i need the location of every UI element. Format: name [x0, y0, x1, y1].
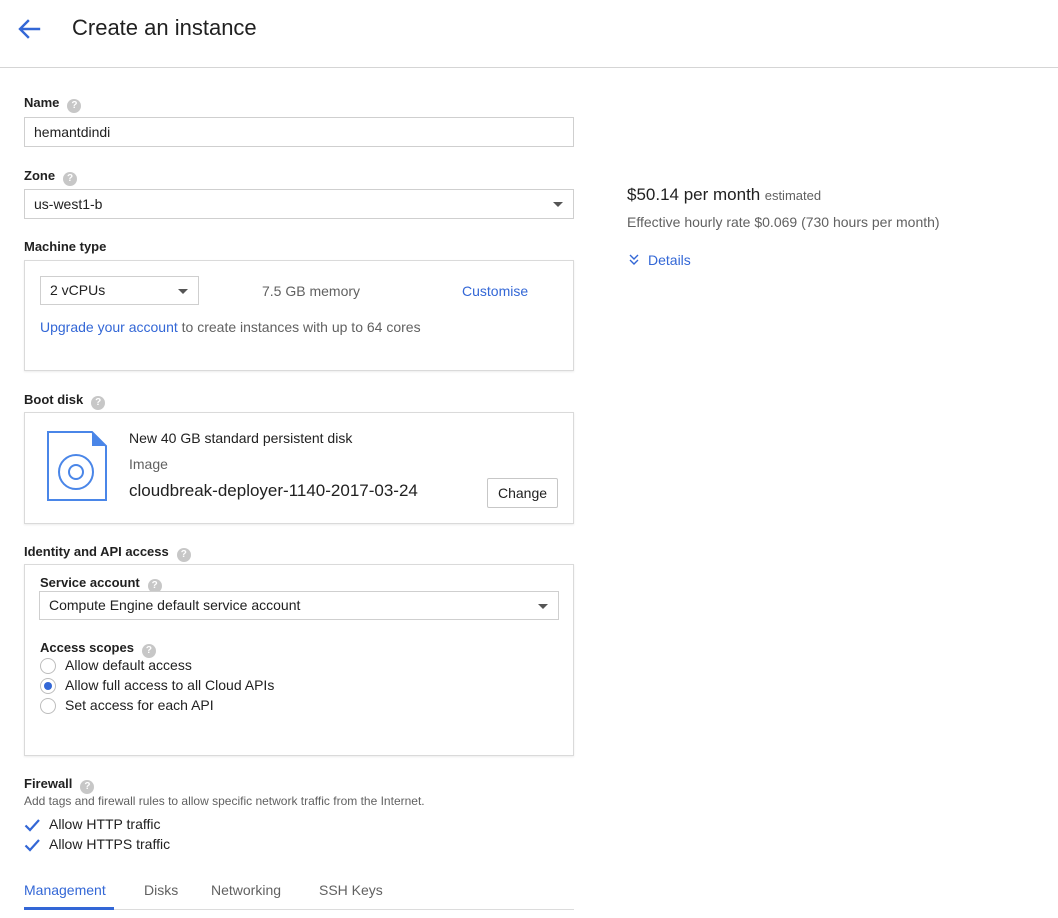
help-icon[interactable]: ?: [63, 172, 78, 186]
top-bar: Create an instance: [0, 0, 1058, 68]
radio-button[interactable]: [40, 658, 56, 674]
disk-image-icon: [47, 431, 107, 501]
back-button[interactable]: [14, 14, 44, 44]
image-name: cloudbreak-deployer-1140-2017-03-24: [129, 481, 418, 500]
identity-card: Service account? Compute Engine default …: [24, 564, 574, 756]
tab-disks[interactable]: Disks: [144, 882, 178, 898]
change-button[interactable]: Change: [487, 478, 558, 508]
radio-button[interactable]: [40, 698, 56, 714]
chevron-double-down-icon: [629, 254, 639, 265]
help-icon[interactable]: ?: [80, 780, 95, 794]
dropdown-caret-icon: [538, 603, 548, 609]
tab-management[interactable]: Management: [24, 882, 106, 898]
help-icon[interactable]: ?: [176, 548, 191, 562]
monthly-price: $50.14 per month: [627, 185, 761, 204]
image-label: Image: [129, 456, 168, 472]
disk-description: New 40 GB standard persistent disk: [129, 430, 353, 446]
boot-disk-card: New 40 GB standard persistent disk Image…: [24, 412, 574, 524]
hourly-rate: Effective hourly rate $0.069 (730 hours …: [627, 214, 940, 230]
boot-disk-label: Boot disk?: [24, 392, 106, 410]
estimated-text: estimated: [764, 188, 822, 203]
price-estimate: $50.14 per month estimated: [627, 185, 821, 205]
upgrade-account-link[interactable]: Upgrade your account: [40, 319, 178, 335]
machine-type-card: 2 vCPUs 7.5 GB memory Customise Upgrade …: [24, 260, 574, 371]
name-label: Name?: [24, 95, 82, 113]
section-tabs: Management Disks Networking SSH Keys: [24, 878, 574, 910]
page-title: Create an instance: [72, 15, 257, 40]
help-icon[interactable]: ?: [141, 644, 156, 658]
upgrade-line: Upgrade your account to create instances…: [40, 319, 421, 335]
identity-label: Identity and API access?: [24, 544, 191, 562]
zone-select[interactable]: us-west1-b: [24, 189, 574, 219]
zone-label: Zone?: [24, 168, 78, 186]
firewall-label: Firewall?: [24, 776, 95, 794]
customise-link[interactable]: Customise: [462, 283, 528, 299]
active-tab-indicator: [24, 907, 114, 910]
name-input[interactable]: hemantdindi: [24, 117, 574, 147]
help-icon[interactable]: ?: [91, 396, 106, 410]
access-scopes-label: Access scopes?: [40, 640, 156, 658]
arrow-back-icon: [18, 19, 41, 39]
memory-text: 7.5 GB memory: [262, 283, 361, 299]
radio-button-selected[interactable]: [40, 678, 56, 694]
cpu-select[interactable]: 2 vCPUs: [40, 276, 199, 305]
dropdown-caret-icon: [553, 202, 563, 207]
service-account-select[interactable]: Compute Engine default service account: [39, 591, 559, 620]
tab-ssh-keys[interactable]: SSH Keys: [319, 882, 383, 898]
tab-networking[interactable]: Networking: [211, 882, 281, 898]
firewall-description: Add tags and firewall rules to allow spe…: [24, 794, 425, 808]
checkmark-icon[interactable]: [24, 837, 40, 853]
machine-type-label: Machine type: [24, 239, 107, 254]
help-icon[interactable]: ?: [67, 99, 82, 113]
checkmark-icon[interactable]: [24, 817, 40, 833]
dropdown-caret-icon: [178, 288, 188, 294]
